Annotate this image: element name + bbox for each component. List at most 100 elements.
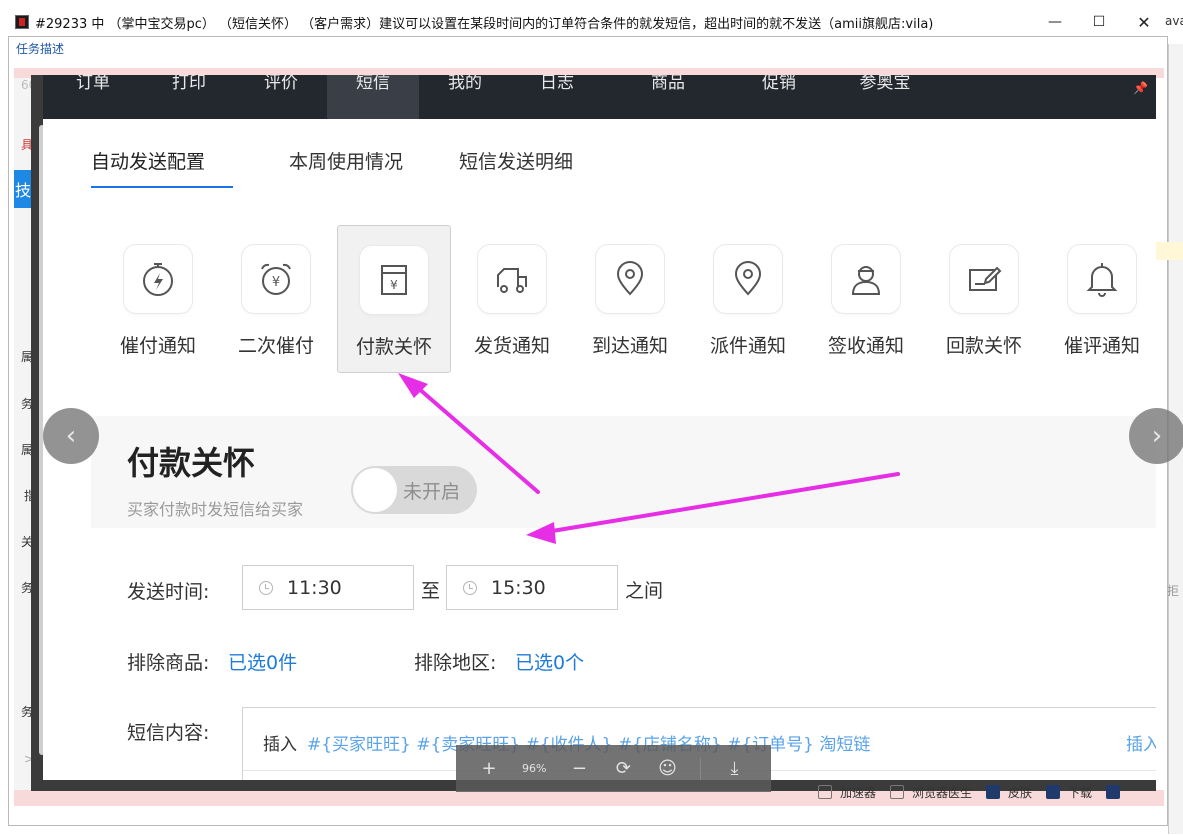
start-time-value: 11:30 (287, 576, 342, 599)
time-range-separator: 至 (421, 580, 441, 602)
card-refund-care[interactable]: 回款关怀 (925, 225, 1043, 373)
card-payment-reminder[interactable]: 催付通知 (99, 225, 217, 373)
insert-tag-link[interactable]: 插入标 (1126, 730, 1156, 755)
card-label: 发货通知 (473, 335, 550, 357)
tab-weekly-usage[interactable]: 本周使用情况 (289, 147, 403, 188)
payment-bill-icon: ¥ (360, 246, 428, 314)
nav-item-orders[interactable]: 订单 (43, 75, 143, 119)
sms-content-label: 短信内容: (127, 722, 210, 744)
download-icon[interactable]: ⤓ (723, 758, 745, 779)
setting-panel: 付款关怀 买家付款时发短信给买家 未开启 (91, 416, 1156, 528)
download-button[interactable]: 下载 (1046, 784, 1092, 801)
emoji-icon[interactable]: ☺ (656, 758, 678, 779)
svg-text:¥: ¥ (272, 275, 280, 290)
card-payment-care[interactable]: ¥ 付款关怀 (337, 225, 451, 373)
card-second-reminder[interactable]: ¥ 二次催付 (217, 225, 335, 373)
highlight-strip (1156, 242, 1183, 260)
task-description-label: 任务描述 (14, 40, 67, 57)
card-arrival-notice[interactable]: 到达通知 (571, 225, 689, 373)
end-time-input[interactable]: 15:30 (446, 565, 618, 610)
exclude-region-link[interactable]: 已选0个 (515, 648, 584, 675)
card-receipt-notice[interactable]: 签收通知 (807, 225, 925, 373)
toggle-status-text: 未开启 (403, 481, 461, 503)
image-viewer: 订单 打印 评价 短信 我的 日志 商品 促销 参奥宝 📌 自动发送配置 本周使… (31, 75, 1156, 791)
pin-icon[interactable] (1128, 79, 1146, 97)
browser-status-tools: 加速器 浏览器医生 皮肤 下载 (818, 782, 1142, 802)
card-label: 到达通知 (591, 335, 668, 357)
clipped-text-fragment: 拒 (1167, 584, 1180, 598)
exclude-region-label: 排除地区: (414, 652, 497, 674)
nav-item-print[interactable]: 打印 (143, 75, 235, 119)
left-blue-tab[interactable]: 技 (14, 170, 32, 208)
alarm-clock-icon: ¥ (242, 245, 310, 313)
nav-item-sms[interactable]: 短信 (327, 75, 419, 119)
location-pin-icon (596, 245, 664, 313)
enable-toggle[interactable]: 未开启 (351, 466, 477, 514)
left-blue-tab-label: 技 (14, 181, 31, 200)
clock-icon (259, 580, 273, 595)
panel-title: 付款关怀 (127, 444, 256, 482)
card-label: 二次催付 (237, 335, 314, 357)
clipped-text-fragment: ava (1165, 14, 1183, 28)
nav-item-promotions[interactable]: 促销 (733, 75, 825, 119)
zoom-in-icon[interactable]: + (478, 758, 500, 779)
time-range-suffix: 之间 (625, 580, 664, 602)
zoom-level: 96% (522, 762, 547, 775)
previous-image-button[interactable]: ‹ (43, 408, 99, 464)
start-time-input[interactable]: 11:30 (242, 565, 414, 610)
brush-icon[interactable] (1106, 785, 1128, 799)
card-label: 派件通知 (709, 335, 786, 357)
viewer-toolbar: + 96% − ⟳ ☺ ⤓ (456, 745, 771, 792)
card-label: 催评通知 (1063, 335, 1140, 357)
exclude-goods-label: 排除商品: (127, 652, 210, 674)
app-icon (15, 15, 29, 29)
close-button[interactable]: ✕ (1132, 10, 1156, 34)
maximize-button[interactable]: ☐ (1087, 10, 1111, 34)
skin-button[interactable]: 皮肤 (986, 784, 1032, 801)
toolbar-separator (700, 757, 702, 780)
card-review-reminder[interactable]: 催评通知 (1043, 225, 1156, 373)
medical-kit-icon (890, 785, 905, 799)
clock-icon (463, 580, 477, 595)
top-navigation: 订单 打印 评价 短信 我的 日志 商品 促销 参奥宝 📌 (43, 75, 1156, 119)
browser-window: #29233 中 （掌中宝交易pc） （短信关怀） （客户需求）建议可以设置在某… (0, 0, 1183, 835)
card-label: 催付通知 (119, 335, 196, 357)
nav-item-extra[interactable]: 参奥宝 (825, 75, 945, 119)
accelerator-button[interactable]: 加速器 (818, 784, 876, 801)
nav-item-logs[interactable]: 日志 (511, 75, 603, 119)
tab-bar: 自动发送配置 本周使用情况 短信发送明细 (91, 147, 629, 188)
card-dispatch-notice[interactable]: 派件通知 (689, 225, 807, 373)
next-image-button[interactable]: › (1129, 408, 1183, 464)
send-time-label: 发送时间: (127, 581, 210, 603)
skin-icon (986, 785, 1001, 799)
sms-insert-label: 插入 (263, 735, 297, 755)
tab-auto-send-config[interactable]: 自动发送配置 (91, 147, 234, 188)
card-label: 回款关怀 (945, 335, 1022, 357)
minimize-button[interactable]: — (1043, 10, 1067, 34)
zoom-out-icon[interactable]: − (568, 758, 590, 779)
end-time-value: 15:30 (491, 576, 546, 599)
card-shipping-notice[interactable]: 发货通知 (453, 225, 571, 373)
bell-icon (1068, 245, 1136, 313)
delivery-truck-icon (478, 245, 546, 313)
window-title: #29233 中 （掌中宝交易pc） （短信关怀） （客户需求）建议可以设置在某… (35, 16, 934, 32)
browser-doctor-button[interactable]: 浏览器医生 (890, 784, 972, 801)
card-label: 付款关怀 (355, 336, 432, 358)
svg-text:¥: ¥ (390, 278, 398, 292)
tab-sms-details[interactable]: 短信发送明细 (459, 147, 573, 188)
card-label: 签收通知 (827, 335, 904, 357)
download-manager-icon (1046, 785, 1061, 799)
panel-subtitle: 买家付款时发短信给买家 (127, 500, 304, 519)
rotate-icon[interactable]: ⟳ (612, 758, 634, 779)
exclude-goods-link[interactable]: 已选0件 (228, 648, 297, 675)
screenshot-image: 订单 打印 评价 短信 我的 日志 商品 促销 参奥宝 📌 自动发送配置 本周使… (43, 75, 1156, 780)
nav-item-goods[interactable]: 商品 (603, 75, 733, 119)
toggle-knob (353, 468, 397, 512)
courier-icon (832, 245, 900, 313)
nav-item-mine[interactable]: 我的 (419, 75, 511, 119)
location-pin-icon (714, 245, 782, 313)
rocket-icon (818, 785, 832, 799)
notification-card-list: 催付通知 ¥ 二次催付 ¥ 付款关怀 发货通知 到达通知 派件通知 签收通知 回… (99, 225, 1156, 373)
nav-item-reviews[interactable]: 评价 (235, 75, 327, 119)
edit-card-icon (950, 245, 1018, 313)
